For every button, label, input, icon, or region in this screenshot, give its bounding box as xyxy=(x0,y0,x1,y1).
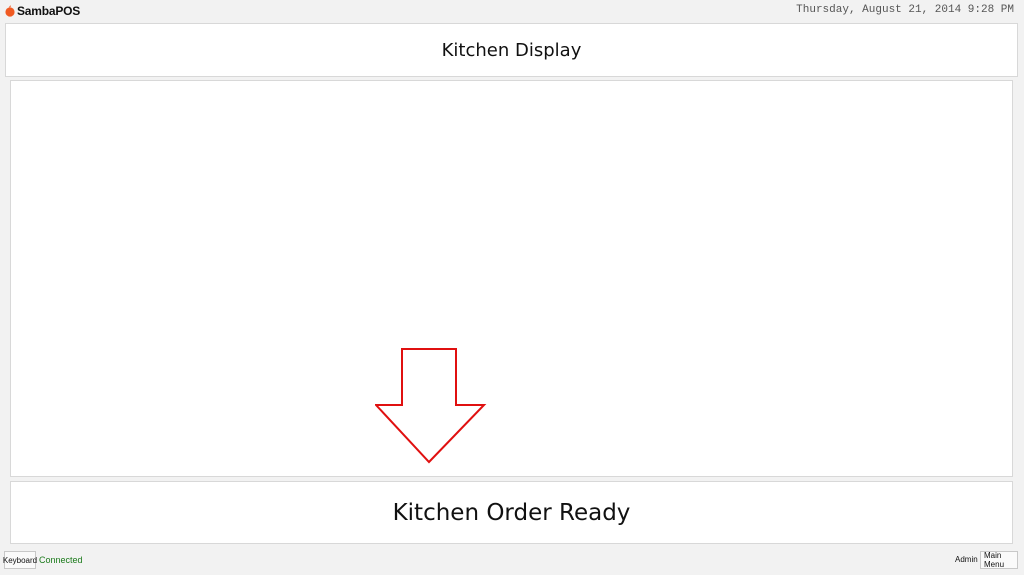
keyboard-button[interactable]: Keyboard xyxy=(3,551,37,569)
main-menu-button[interactable]: Main Menu xyxy=(980,551,1018,569)
logo-icon xyxy=(5,5,15,17)
top-bar: SambaPOS Thursday, August 21, 2014 9:28 … xyxy=(0,0,1024,22)
connection-status: Connected xyxy=(39,555,83,565)
kitchen-order-ready-button[interactable]: Kitchen Order Ready xyxy=(10,481,1013,544)
kitchen-display-area xyxy=(10,80,1013,477)
date-time: Thursday, August 21, 2014 9:28 PM xyxy=(796,4,1014,16)
page-title: Kitchen Display xyxy=(441,39,582,61)
current-user: Admin xyxy=(955,555,978,564)
down-arrow-icon xyxy=(375,348,487,464)
status-bar: Keyboard Connected Admin Main Menu xyxy=(0,549,1024,575)
sambapos-logo: SambaPOS xyxy=(4,3,80,19)
header-panel: Kitchen Display xyxy=(5,23,1018,77)
kitchen-order-ready-label: Kitchen Order Ready xyxy=(392,499,631,526)
logo-text: SambaPOS xyxy=(17,4,81,18)
